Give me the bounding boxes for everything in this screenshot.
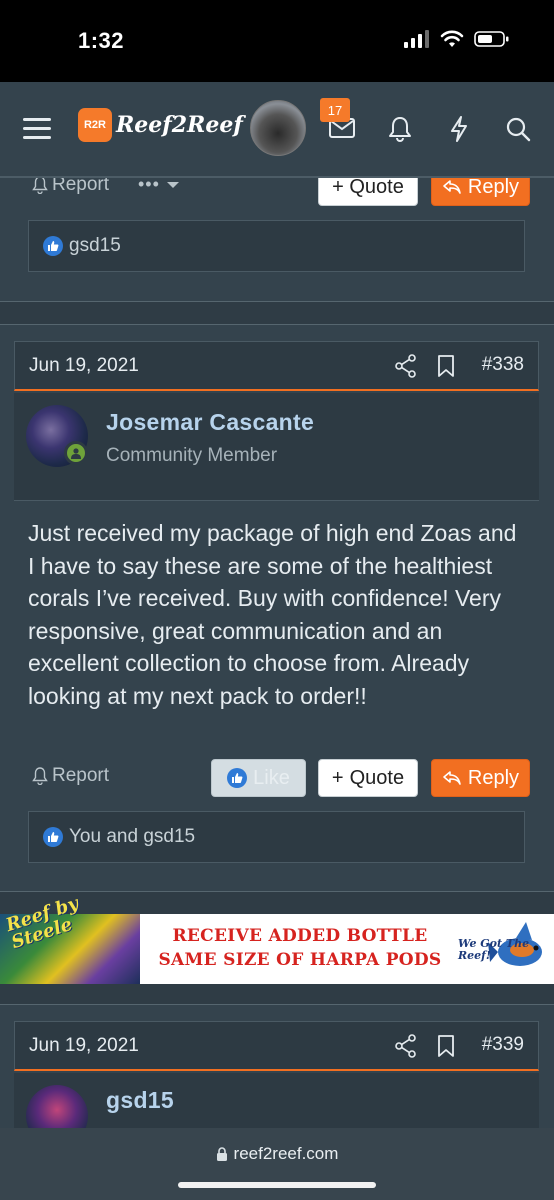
post-header: Jun 19, 2021 #339 [14, 1021, 539, 1071]
post-author-block: gsd15 [14, 1073, 539, 1128]
site-logo[interactable]: R2R Reef2Reef [78, 108, 243, 142]
ad-headline-1: RECEIVE ADDED BOTTLE [172, 926, 428, 946]
bookmark-icon[interactable] [437, 354, 455, 378]
reply-button[interactable]: Reply [431, 759, 530, 797]
status-icons [404, 30, 510, 48]
reactions-text: You and gsd15 [69, 826, 196, 847]
report-label: Report [52, 765, 110, 786]
report-label: Report [52, 178, 110, 195]
reply-label: Reply [467, 178, 520, 198]
thread-content: Report ••• + Quote Reply gsd15 Jun 19, 2… [0, 178, 554, 1128]
post-number[interactable]: #338 [482, 354, 524, 376]
quote-button[interactable]: + Quote [318, 759, 418, 797]
reply-button[interactable]: Reply [431, 178, 530, 206]
menu-icon[interactable] [22, 114, 52, 142]
bell-icon [32, 178, 48, 194]
url-bar[interactable]: reef2reef.com [0, 1144, 554, 1164]
author-avatar[interactable] [26, 1085, 88, 1128]
online-status-icon [64, 441, 88, 465]
author-name[interactable]: gsd15 [106, 1087, 174, 1114]
more-options-menu[interactable]: ••• [138, 178, 180, 195]
like-button[interactable]: Like [211, 759, 306, 797]
ad-banner[interactable]: Reef by Steele RECEIVE ADDED BOTTLE SAME… [0, 893, 554, 984]
post-actions: Report Like + Quote Reply [0, 759, 554, 797]
post-author-block: Josemar Cascante Community Member [14, 393, 539, 501]
post-body: Just received my package of high end Zoa… [28, 520, 517, 709]
logo-mark: R2R [78, 108, 112, 142]
home-indicator[interactable] [178, 1182, 376, 1188]
reactions-bar[interactable]: You and gsd15 [28, 811, 525, 863]
browser-bottom-bar: reef2reef.com [0, 1128, 554, 1200]
lightning-icon[interactable] [446, 115, 472, 143]
quote-button[interactable]: + Quote [318, 178, 418, 206]
like-reaction-icon [43, 827, 63, 847]
plus-icon: + [331, 766, 344, 789]
reactions-text: gsd15 [69, 235, 121, 256]
previous-post: Report ••• + Quote Reply gsd15 [0, 178, 554, 302]
report-link[interactable]: Report [32, 178, 109, 196]
post-date[interactable]: Jun 19, 2021 [29, 1035, 139, 1057]
bookmark-icon[interactable] [437, 1034, 455, 1058]
like-label: Like [253, 766, 290, 789]
quote-label: Quote [349, 766, 405, 789]
author-title: Community Member [106, 445, 278, 466]
bell-icon [32, 767, 48, 785]
like-reaction-icon [43, 236, 63, 256]
more-icon: ••• [138, 178, 160, 194]
search-icon[interactable] [504, 115, 532, 143]
status-bar: 1:32 [0, 0, 554, 82]
quote-label: + Quote [332, 178, 404, 198]
bell-icon[interactable] [386, 115, 414, 143]
share-icon[interactable] [395, 1034, 417, 1058]
share-icon[interactable] [395, 354, 417, 378]
ad-fish-image: We Got The Reef! [454, 914, 554, 984]
author-name[interactable]: Josemar Cascante [106, 409, 314, 436]
battery-icon [474, 31, 509, 47]
lock-icon [216, 1147, 227, 1161]
thumbs-up-icon [227, 768, 248, 788]
wifi-icon [440, 30, 464, 47]
post-338: Jun 19, 2021 #338 Josemar Cascante Commu… [0, 324, 554, 892]
logo-text: Reef2Reef [116, 112, 243, 138]
chevron-down-icon [166, 181, 179, 188]
report-link[interactable]: Report [32, 765, 109, 787]
conversations-badge: 17 [320, 98, 350, 122]
reply-label: Reply [467, 766, 520, 789]
post-number[interactable]: #339 [482, 1034, 524, 1056]
reply-icon [443, 771, 461, 785]
post-339: Jun 19, 2021 #339 gsd15 [0, 1004, 554, 1128]
ad-slogan: We Got The Reef! [458, 937, 530, 962]
ad-brand-image: Reef by Steele [0, 893, 140, 984]
post-date[interactable]: Jun 19, 2021 [29, 355, 139, 377]
user-avatar-nav[interactable] [250, 100, 306, 156]
previous-post-actions: Report ••• + Quote Reply [0, 178, 554, 206]
signal-icon [404, 30, 429, 48]
reactions-bar[interactable]: gsd15 [28, 220, 525, 272]
status-time: 1:32 [78, 28, 125, 53]
post-header: Jun 19, 2021 #338 [14, 341, 539, 391]
reply-icon [443, 180, 461, 194]
top-nav-bar: R2R Reef2Reef 17 [0, 82, 554, 178]
ad-headline-2: SAME SIZE OF HARPA PODS [158, 950, 442, 970]
url-text: reef2reef.com [233, 1144, 339, 1163]
